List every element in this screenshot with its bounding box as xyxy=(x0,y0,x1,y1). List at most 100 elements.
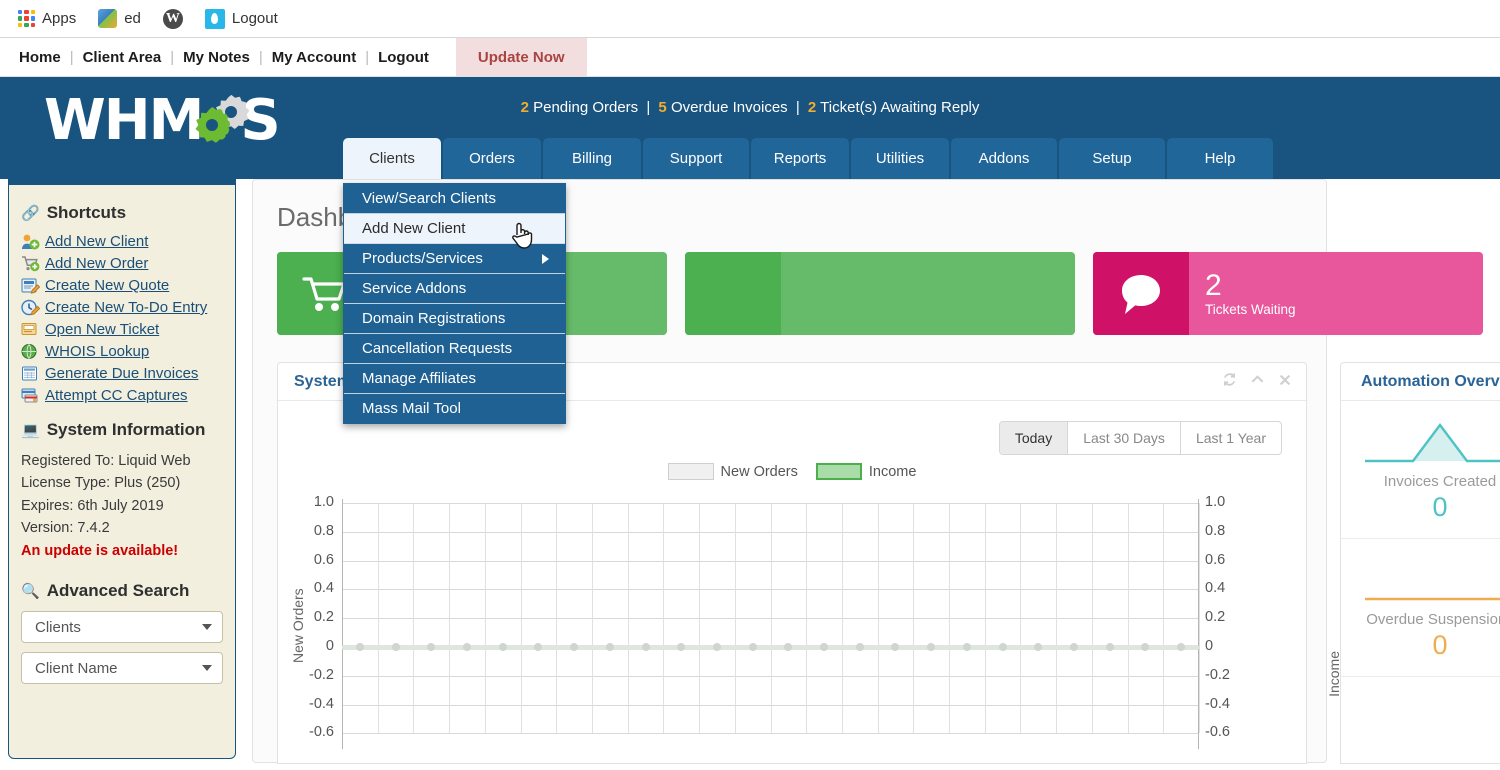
menu-item-label: Products/Services xyxy=(362,250,483,267)
util-link-my-notes[interactable]: My Notes xyxy=(174,49,259,66)
automation-cell-invoices-created[interactable]: Invoices Created 0 xyxy=(1341,401,1500,539)
shortcut-label[interactable]: Add New Client xyxy=(45,233,148,250)
shortcut-label[interactable]: Open New Ticket xyxy=(45,321,159,338)
system-info-registered-to: Registered To: Liquid Web xyxy=(21,453,191,469)
bookmark-ed[interactable]: ed xyxy=(90,7,149,30)
gridline xyxy=(413,503,415,734)
bookmark-wordpress[interactable]: W xyxy=(155,7,191,31)
pending-orders-label[interactable]: Pending Orders xyxy=(533,99,638,116)
range-today[interactable]: Today xyxy=(999,422,1069,454)
shortcut-create-new-quote[interactable]: Create New Quote xyxy=(21,277,223,294)
menu-item-cancellation-requests[interactable]: Cancellation Requests xyxy=(344,334,565,364)
nav-tab-support[interactable]: Support xyxy=(643,138,749,179)
nav-tab-utilities[interactable]: Utilities xyxy=(851,138,949,179)
legend-item-new-orders[interactable]: New Orders xyxy=(667,463,798,480)
util-link-logout[interactable]: Logout xyxy=(369,49,438,66)
chevron-down-icon xyxy=(202,624,212,631)
shortcuts-title: Shortcuts xyxy=(46,203,127,222)
nav-tab-help[interactable]: Help xyxy=(1167,138,1273,179)
y-tick-label: 0.2 xyxy=(1205,609,1226,626)
legend-label: Income xyxy=(868,463,917,480)
range-last-30-days[interactable]: Last 30 Days xyxy=(1068,422,1181,454)
nav-tab-billing[interactable]: Billing xyxy=(543,138,641,179)
chart-data-point xyxy=(605,643,614,651)
nav-tab-orders[interactable]: Orders xyxy=(443,138,541,179)
utility-nav: Home | Client Area | My Notes | My Accou… xyxy=(0,38,1500,77)
whmcs-header: WHM S 2 Pending Orders | 5 Overdue Invoi… xyxy=(0,77,1500,179)
menu-item-mass-mail-tool[interactable]: Mass Mail Tool xyxy=(344,394,565,423)
gridline xyxy=(484,503,486,734)
util-link-client-area[interactable]: Client Area xyxy=(74,49,171,66)
shortcut-open-new-ticket[interactable]: Open New Ticket xyxy=(21,321,223,338)
pending-orders-count: 2 xyxy=(520,99,529,116)
chart-data-point xyxy=(962,643,971,651)
tickets-awaiting-label[interactable]: Ticket(s) Awaiting Reply xyxy=(820,99,979,116)
shortcut-whois-lookup[interactable]: WHOIS Lookup xyxy=(21,343,223,360)
shortcuts-heading: 🔗 Shortcuts xyxy=(21,203,223,223)
invoice-icon xyxy=(685,252,781,335)
shortcut-label[interactable]: Generate Due Invoices xyxy=(45,365,198,382)
credit-card-icon xyxy=(21,387,40,404)
link-chain-icon: 🔗 xyxy=(21,205,40,222)
util-link-home[interactable]: Home xyxy=(10,49,70,66)
chevron-down-icon xyxy=(202,665,212,672)
ticket-icon xyxy=(21,321,40,338)
tickets-awaiting-count: 2 xyxy=(807,99,817,116)
collapse-icon[interactable] xyxy=(1250,372,1265,391)
select-value: Clients xyxy=(35,618,81,636)
gridline xyxy=(984,503,986,734)
shortcut-add-new-client[interactable]: Add New Client xyxy=(21,233,223,250)
shortcut-add-new-order[interactable]: Add New Order xyxy=(21,255,223,272)
stat-card-overdue-invoices[interactable] xyxy=(685,252,1075,335)
shortcut-attempt-cc-captures[interactable]: Attempt CC Captures xyxy=(21,387,223,404)
menu-item-view-search-clients[interactable]: View/Search Clients xyxy=(344,184,565,214)
shortcut-generate-due-invoices[interactable]: Generate Due Invoices xyxy=(21,365,223,382)
nav-tab-addons[interactable]: Addons xyxy=(951,138,1057,179)
shortcut-label[interactable]: Create New To-Do Entry xyxy=(45,299,207,316)
range-last-1-year[interactable]: Last 1 Year xyxy=(1181,422,1281,454)
util-link-my-account[interactable]: My Account xyxy=(263,49,365,66)
automation-cell-overdue-suspensions[interactable]: Overdue Suspensions 0 xyxy=(1341,539,1500,677)
stat-card-body: 2 Tickets Waiting xyxy=(1189,252,1483,335)
shortcut-label[interactable]: Add New Order xyxy=(45,255,148,272)
automation-cell-value: 0 xyxy=(1432,491,1448,522)
shortcut-label[interactable]: Attempt CC Captures xyxy=(45,387,188,404)
legend-item-income[interactable]: Income xyxy=(815,463,917,480)
gridline xyxy=(699,503,701,734)
nav-tab-reports[interactable]: Reports xyxy=(751,138,849,179)
menu-item-manage-affiliates[interactable]: Manage Affiliates xyxy=(344,364,565,394)
advanced-search-type-select[interactable]: Clients xyxy=(21,611,223,644)
system-update-warning: An update is available! xyxy=(21,542,179,559)
refresh-icon[interactable] xyxy=(1222,372,1237,391)
nav-tab-clients[interactable]: Clients xyxy=(343,138,441,179)
advanced-search-field-select[interactable]: Client Name xyxy=(21,652,223,685)
shortcut-label[interactable]: Create New Quote xyxy=(45,277,169,294)
menu-item-domain-registrations[interactable]: Domain Registrations xyxy=(344,304,565,334)
bookmark-logout[interactable]: Logout xyxy=(197,7,286,31)
shortcut-create-new-todo[interactable]: Create New To-Do Entry xyxy=(21,299,223,316)
chart-data-point xyxy=(748,643,757,651)
y-tick-label: 1.0 xyxy=(1205,494,1226,510)
chart-data-point xyxy=(855,643,864,651)
advanced-search-title: Advanced Search xyxy=(46,581,190,601)
y-tick-label: 0 xyxy=(1205,638,1214,654)
overdue-invoices-label[interactable]: Overdue Invoices xyxy=(671,99,788,116)
quote-icon xyxy=(21,277,41,294)
overdue-invoices-count: 5 xyxy=(658,99,667,116)
automation-cell-third[interactable] xyxy=(1341,677,1500,770)
logout-favicon-icon xyxy=(204,8,225,29)
nav-tab-setup[interactable]: Setup xyxy=(1059,138,1165,179)
automation-cell-label: Overdue Suspensions xyxy=(1366,610,1500,628)
speech-bubble-icon xyxy=(1093,252,1189,335)
y-tick-label: 0.2 xyxy=(313,609,334,626)
stat-card-tickets-waiting[interactable]: 2 Tickets Waiting xyxy=(1093,252,1483,335)
menu-item-service-addons[interactable]: Service Addons xyxy=(344,274,565,304)
shortcut-label[interactable]: WHOIS Lookup xyxy=(45,343,149,360)
chart-data-point xyxy=(534,643,543,651)
close-icon[interactable] xyxy=(1278,373,1292,391)
gridline xyxy=(1056,503,1058,734)
update-now-button[interactable]: Update Now xyxy=(455,38,587,76)
todo-clock-icon xyxy=(21,299,41,316)
bookmark-apps[interactable]: Apps xyxy=(10,8,84,29)
y-axis-line-left xyxy=(342,499,343,749)
